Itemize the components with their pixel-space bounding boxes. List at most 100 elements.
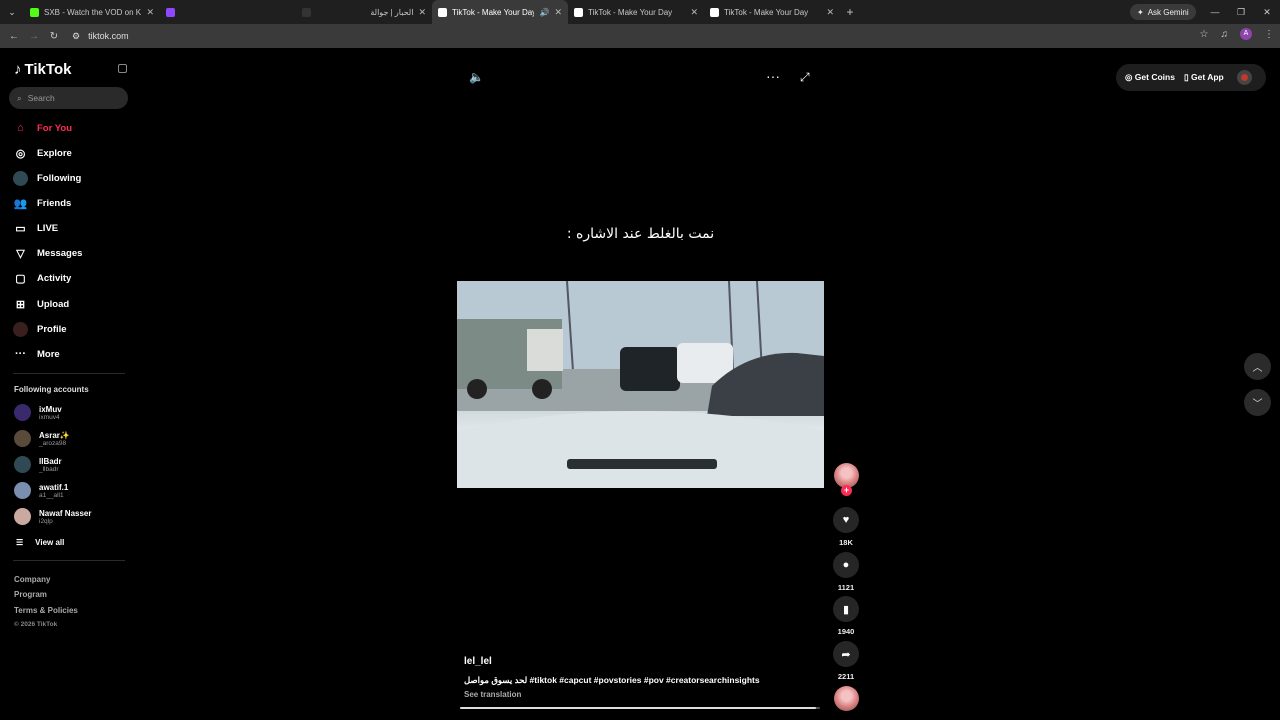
- account-text: Nawaf Nasser i2qlp: [39, 509, 91, 525]
- avatar: [14, 404, 31, 421]
- share-button[interactable]: ➦: [833, 641, 859, 667]
- address-bar: ← → ↻ ⚙ tiktok.com ☆ ♫ A ⋮: [0, 24, 1280, 48]
- footer-program-link[interactable]: Program: [14, 590, 47, 599]
- activity-icon: ▢: [15, 272, 26, 285]
- account-text: lIBadr _llbadr: [39, 457, 62, 473]
- sidebar-item-friends[interactable]: 👥 Friends: [13, 195, 72, 211]
- user-avatar[interactable]: [1236, 70, 1252, 85]
- tab-close-icon[interactable]: ✕: [690, 7, 698, 18]
- comment-button[interactable]: ●: [833, 552, 859, 578]
- account-handle: a1__all1: [39, 491, 64, 499]
- more-options-icon[interactable]: ···: [766, 68, 780, 84]
- tab-close-icon[interactable]: ✕: [146, 7, 154, 18]
- video-progress-bar[interactable]: [460, 707, 820, 709]
- phone-icon: ▯: [1183, 72, 1189, 82]
- post-username[interactable]: lel_lel: [464, 656, 492, 667]
- tab-favicon-icon: [438, 7, 447, 17]
- sound-disc-avatar[interactable]: [834, 686, 859, 711]
- volume-icon[interactable]: 🔈: [469, 70, 484, 84]
- sidebar-item-for-you[interactable]: ⌂ For You: [13, 120, 72, 136]
- browser-profile-avatar[interactable]: A: [1240, 28, 1252, 40]
- browser-tab-bar: ⌄ SXB - Watch the VOD on Kick ✕ الحبار | ج…: [0, 0, 1280, 24]
- url-field[interactable]: tiktok.com: [88, 31, 129, 41]
- tab-search-icon[interactable]: ⌄: [0, 0, 24, 24]
- previous-video-button[interactable]: ︿: [1244, 353, 1271, 380]
- sidebar: ♪ TikTok ⌕ Search ⌂ For You ◎ Explore Follow…: [0, 48, 140, 720]
- top-right-actions: ◎ Get Coins ▯ Get App: [1116, 64, 1266, 91]
- like-button[interactable]: ♥: [833, 507, 859, 533]
- following-account[interactable]: awatif.1 a1__all1: [14, 482, 68, 499]
- tab-close-icon[interactable]: ✕: [418, 7, 426, 18]
- browser-tab[interactable]: SXB - Watch the VOD on Kick ✕: [24, 0, 160, 24]
- account-text: awatif.1 a1__all1: [39, 483, 68, 499]
- following-account[interactable]: ixMuv ixmuv4: [14, 404, 62, 421]
- restore-icon[interactable]: ❐: [1228, 0, 1254, 24]
- ask-gemini-button[interactable]: ✦ Ask Gemini: [1130, 4, 1196, 20]
- close-window-icon[interactable]: ✕: [1254, 0, 1280, 24]
- avatar: [14, 430, 31, 447]
- browser-tab[interactable]: TikTok - Make Your Day ✕: [568, 0, 704, 24]
- browser-tab[interactable]: الحبار | جوالة ✕: [296, 0, 432, 24]
- copyright: © 2026 TikTok: [14, 621, 58, 628]
- chevron-down-icon: ﹀: [1252, 399, 1263, 410]
- media-control-icon[interactable]: ♫: [1221, 29, 1229, 40]
- divider: [13, 373, 125, 374]
- sidebar-item-more[interactable]: ··· More: [13, 346, 60, 362]
- share-count: 2211: [837, 672, 855, 681]
- sidebar-item-live[interactable]: ▭ LIVE: [13, 220, 58, 236]
- share-action: ➦ 2211: [833, 641, 859, 681]
- save-action: ▮ 1940: [833, 596, 859, 636]
- collapse-sidebar-icon[interactable]: [118, 64, 127, 73]
- next-video-button[interactable]: ﹀: [1244, 389, 1271, 416]
- bookmark-star-icon[interactable]: ☆: [1200, 29, 1209, 40]
- search-input[interactable]: ⌕ Search: [9, 87, 128, 109]
- tiktok-logo[interactable]: ♪ TikTok: [14, 61, 71, 78]
- following-account[interactable]: lIBadr _llbadr: [14, 456, 62, 473]
- browser-tab[interactable]: TikTok - Make Your Day ✕: [704, 0, 840, 24]
- video-frame[interactable]: [457, 281, 824, 488]
- tab-audio-icon[interactable]: 🔊: [539, 8, 549, 17]
- sidebar-item-profile[interactable]: Profile: [13, 321, 67, 337]
- sidebar-item-explore[interactable]: ◎ Explore: [13, 145, 72, 161]
- fullscreen-icon[interactable]: ⤢: [800, 70, 810, 85]
- account-text: ixMuv ixmuv4: [39, 405, 62, 421]
- following-account[interactable]: Nawaf Nasser i2qlp: [14, 508, 91, 525]
- sidebar-item-activity[interactable]: ▢ Activity: [13, 270, 71, 286]
- more-dots-icon: ···: [15, 348, 26, 360]
- back-icon[interactable]: ←: [4, 31, 24, 42]
- sidebar-item-following[interactable]: Following: [13, 170, 81, 186]
- see-translation-link[interactable]: See translation: [464, 690, 521, 699]
- account-name: awatif.1: [39, 482, 69, 492]
- bookmark-icon: ▮: [842, 603, 850, 616]
- account-name: ixMuv: [39, 404, 62, 414]
- forward-icon[interactable]: →: [24, 31, 44, 42]
- get-coins-button[interactable]: ◎ Get Coins: [1125, 72, 1175, 83]
- minimize-icon[interactable]: —: [1202, 0, 1228, 24]
- comment-action: ● 1121: [833, 552, 859, 592]
- reload-icon[interactable]: ↻: [44, 31, 64, 42]
- get-app-button[interactable]: ▯ Get App: [1184, 72, 1224, 83]
- footer-company-link[interactable]: Company: [14, 575, 50, 584]
- browser-tab[interactable]: TikTok - Make Your Day 🔊 ✕: [432, 0, 568, 24]
- gemini-icon: ✦: [1137, 7, 1144, 17]
- profile-avatar-icon: [13, 321, 28, 337]
- sidebar-item-messages[interactable]: ▽ Messages: [13, 245, 82, 261]
- site-settings-icon[interactable]: ⚙: [72, 31, 80, 42]
- browser-tab[interactable]: [160, 0, 296, 24]
- footer-terms-link[interactable]: Terms & Policies: [14, 606, 78, 615]
- account-name: Nawaf Nasser: [39, 508, 92, 518]
- following-account[interactable]: Asrar✨ _aroza98: [14, 430, 70, 447]
- save-button[interactable]: ▮: [833, 596, 859, 622]
- tab-close-icon[interactable]: ✕: [554, 7, 562, 18]
- post-description: لحد يسوق مواصل #tiktok #capcut #povstori…: [464, 675, 760, 685]
- view-all-link[interactable]: ☰ View all: [16, 538, 64, 547]
- new-tab-button[interactable]: +: [840, 5, 860, 19]
- tab-favicon-icon: [166, 7, 175, 17]
- follow-plus-button[interactable]: +: [841, 485, 852, 496]
- account-name: Asrar✨: [39, 430, 70, 440]
- share-arrow-icon: ➦: [841, 648, 851, 661]
- tab-title: الحبار | جوالة: [370, 7, 414, 17]
- browser-menu-icon[interactable]: ⋮: [1264, 29, 1274, 40]
- tab-close-icon[interactable]: ✕: [826, 7, 834, 18]
- sidebar-item-upload[interactable]: ⊞ Upload: [13, 296, 69, 312]
